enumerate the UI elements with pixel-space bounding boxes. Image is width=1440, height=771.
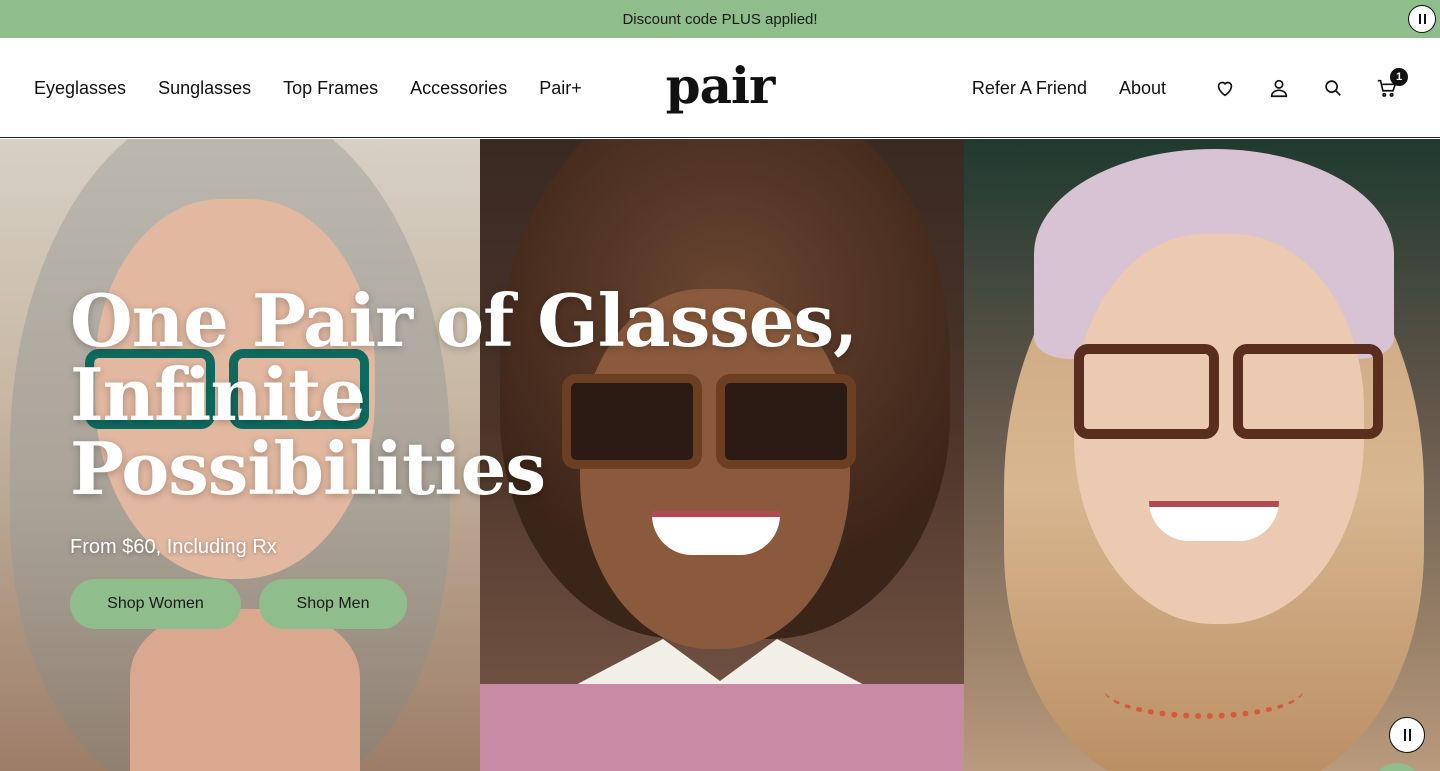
hero-video-pause-button[interactable]	[1389, 717, 1425, 753]
nav-sunglasses[interactable]: Sunglasses	[158, 78, 251, 99]
hero-cta-group: Shop Women Shop Men	[70, 579, 857, 629]
cart-count-badge: 1	[1390, 68, 1408, 86]
heart-icon	[1217, 81, 1233, 97]
nav-refer-a-friend[interactable]: Refer A Friend	[972, 78, 1087, 99]
hero-headline-line-1: One Pair of Glasses,	[70, 278, 858, 363]
site-header: Eyeglasses Sunglasses Top Frames Accesso…	[0, 38, 1440, 138]
hero-banner: One Pair of Glasses, Infinite Possibilit…	[0, 139, 1440, 771]
hero-headline-line-3: Possibilities	[70, 426, 546, 511]
nav-eyeglasses[interactable]: Eyeglasses	[34, 78, 126, 99]
nav-pair-plus[interactable]: Pair+	[539, 78, 582, 99]
nav-accessories[interactable]: Accessories	[410, 78, 507, 99]
hero-headline: One Pair of Glasses, Infinite Possibilit…	[70, 278, 858, 511]
hero-image-right	[964, 139, 1440, 771]
cart-button[interactable]: 1	[1360, 68, 1414, 108]
search-icon	[1325, 80, 1341, 96]
user-icon	[1270, 79, 1288, 98]
nav-about[interactable]: About	[1119, 78, 1166, 99]
shop-women-button[interactable]: Shop Women	[70, 579, 241, 629]
announcement-bar: Discount code PLUS applied!	[0, 0, 1440, 38]
search-button[interactable]	[1306, 68, 1360, 108]
hero-subline: From $60, Including Rx	[70, 536, 277, 558]
shop-men-button[interactable]: Shop Men	[259, 579, 407, 629]
announcement-pause-button[interactable]	[1408, 5, 1436, 33]
account-button[interactable]	[1252, 68, 1306, 108]
pause-icon	[1418, 14, 1426, 24]
wishlist-button[interactable]	[1198, 68, 1252, 108]
hero-content: One Pair of Glasses, Infinite Possibilit…	[70, 278, 858, 629]
pause-icon	[1403, 729, 1411, 741]
site-logo[interactable]: pair	[666, 56, 776, 115]
primary-nav: Eyeglasses Sunglasses Top Frames Accesso…	[34, 38, 582, 138]
secondary-nav: Refer A Friend About 1	[972, 38, 1414, 138]
nav-top-frames[interactable]: Top Frames	[283, 78, 378, 99]
announcement-text: Discount code PLUS applied!	[622, 10, 818, 28]
hero-headline-line-2: Infinite	[70, 352, 366, 437]
